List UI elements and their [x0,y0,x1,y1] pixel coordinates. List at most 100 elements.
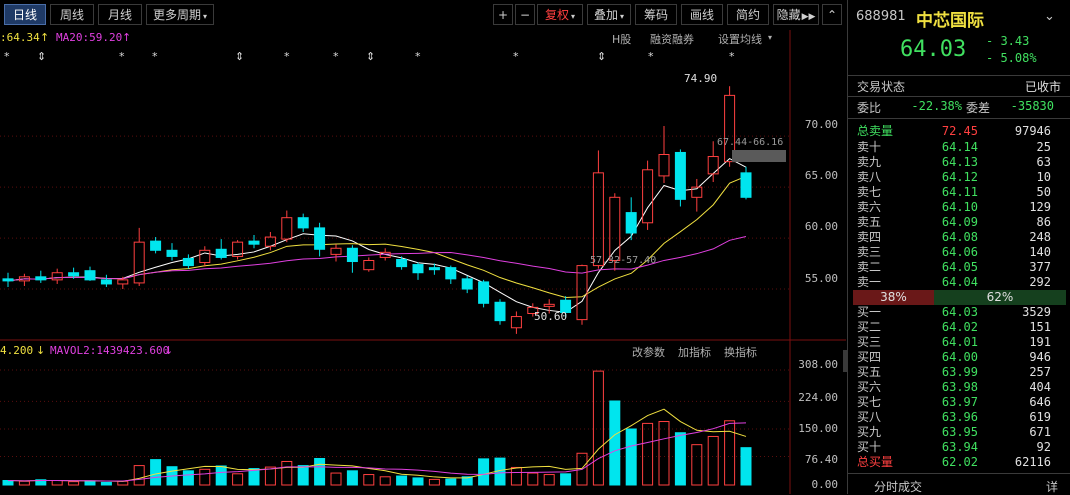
sell-level-row[interactable]: 卖一 64.04 292 [848,275,1070,290]
event-marker-icon[interactable]: * [152,50,158,63]
volume-bar [625,428,637,486]
sell-level-price: 64.04 [941,275,978,289]
dropdown-arrow-icon: ▾ [620,12,625,21]
ma-arrow-up-icon: ↑ [40,31,50,44]
sell-level-row[interactable]: 卖六 64.10 129 [848,200,1070,215]
star-marker-icon[interactable]: ⇕ [597,50,606,63]
divider [848,473,1070,474]
sell-level-row[interactable]: 卖五 64.09 86 [848,215,1070,230]
sell-level-row[interactable]: 卖二 64.05 377 [848,260,1070,275]
volume-bar [396,475,408,486]
tick-trades-tab[interactable]: 分时成交 [874,478,922,495]
sell-level-label: 卖九 [857,155,882,169]
candle [68,272,80,277]
buy-level-vol: 646 [1029,395,1051,409]
sell-level-vol: 10 [1036,170,1051,184]
buy-level-row[interactable]: 买七 63.97 646 [848,395,1070,410]
volume-bar [510,466,522,486]
event-marker-icon[interactable]: * [513,50,519,63]
sell-level-label: 卖十 [857,140,882,154]
buy-level-vol: 404 [1029,380,1051,394]
volume-bar [658,421,670,486]
zoom-in-button[interactable]: + [493,4,513,25]
dropdown-arrow-icon: ▾ [203,12,208,21]
buy-level-row[interactable]: 买八 63.96 619 [848,410,1070,425]
buy-level-row[interactable]: 买五 63.99 257 [848,365,1070,380]
h-share-link[interactable]: H股 [612,31,631,47]
sell-level-label: 卖七 [857,185,882,199]
weicha-label: 委差 [966,101,991,115]
star-marker-icon[interactable]: * [415,50,421,63]
set-ma-link[interactable]: 设置均线 [718,31,762,47]
volume-bar [150,459,162,486]
candle [658,154,670,177]
candle [445,267,457,280]
volume-bar [445,478,457,486]
sell-level-vol: 129 [1029,200,1051,214]
period-month-tab[interactable]: 月线 [98,4,142,25]
candle [35,276,47,281]
collapse-icon[interactable]: ⌃ [822,4,842,25]
star-marker-icon[interactable]: * [333,50,339,63]
buy-level-label: 买十 [857,440,882,454]
star-marker-icon[interactable]: ⇕ [235,50,244,63]
buy-sell-ratio-bar: 38% 62% [853,290,1066,305]
star-marker-icon[interactable]: * [119,50,125,63]
zoom-out-button[interactable]: − [515,4,535,25]
add-indicator-link[interactable]: 加指标 [678,344,711,360]
mavol2-arrow-down-icon: ↓ [164,344,174,357]
chips-button[interactable]: 筹码 [635,4,677,25]
buy-level-price: 64.03 [941,305,978,319]
details-link[interactable]: 详 [1046,478,1058,495]
buy-level-row[interactable]: 买九 63.95 671 [848,425,1070,440]
change-params-link[interactable]: 改参数 [632,344,665,360]
event-marker-icon[interactable]: ⇕ [37,50,46,63]
simple-mode-button[interactable]: 简约 [727,4,769,25]
weicha-value: -35830 [1010,99,1054,113]
sell-level-row[interactable]: 卖八 64.12 10 [848,170,1070,185]
volume-axis: 308.00 224.00 150.00 76.40 0.00 [790,340,846,494]
kline-chart[interactable] [0,30,846,494]
more-period-dropdown[interactable]: 更多周期 ▾ [146,4,214,25]
period-week-tab[interactable]: 周线 [50,4,94,25]
mavol2-value: MAVOL2:1439423.600 [50,344,170,357]
buy-level-row[interactable]: 买三 64.01 191 [848,335,1070,350]
price-axis: 70.00 65.00 60.00 55.00 [790,30,846,340]
sell-level-row[interactable]: 卖九 64.13 63 [848,155,1070,170]
buy-level-row[interactable]: 买十 63.94 92 [848,440,1070,455]
buy-level-row[interactable]: 买一 64.03 3529 [848,305,1070,320]
range-label-top: 67.44-66.16 [717,137,784,148]
volume-bar [199,468,211,486]
fuquan-dropdown[interactable]: 复权 ▾ [537,4,583,25]
sell-level-row[interactable]: 卖七 64.11 50 [848,185,1070,200]
sell-level-label: 卖六 [857,200,882,214]
star-marker-icon[interactable]: * [4,50,10,63]
sell-level-row[interactable]: 卖三 64.06 140 [848,245,1070,260]
buy-level-row[interactable]: 买四 64.00 946 [848,350,1070,365]
draw-line-button[interactable]: 画线 [681,4,723,25]
event-marker-icon[interactable]: * [284,50,290,63]
sell-level-row[interactable]: 卖四 64.08 248 [848,230,1070,245]
volume-bar [18,480,30,486]
overlay-dropdown[interactable]: 叠加 ▾ [587,4,631,25]
sell-level-row[interactable]: 卖十 64.14 25 [848,140,1070,155]
switch-indicator-link[interactable]: 换指标 [724,344,757,360]
sell-level-price: 64.06 [941,245,978,259]
buy-level-price: 64.00 [941,350,978,364]
event-marker-icon[interactable]: ⇕ [366,50,375,63]
buy-level-row[interactable]: 买二 64.02 151 [848,320,1070,335]
candle [281,217,293,240]
star-marker-icon[interactable]: * [729,50,735,63]
price-tick-60: 60.00 [804,220,838,233]
price-tick-65: 65.00 [804,169,838,182]
event-marker-icon[interactable]: * [648,50,654,63]
period-day-tab[interactable]: 日线 [4,4,46,25]
buy-level-row[interactable]: 买六 63.98 404 [848,380,1070,395]
vol-tick-150: 150.00 [798,422,838,435]
candle [330,247,342,255]
hide-button[interactable]: 隐藏▶▶ [773,4,819,25]
divider [848,96,1070,97]
range-label-mid: 57.32-57.40 [590,255,657,266]
expand-icon[interactable]: ⌄ [1044,9,1055,24]
margin-trading-link[interactable]: 融资融券 [650,31,694,47]
